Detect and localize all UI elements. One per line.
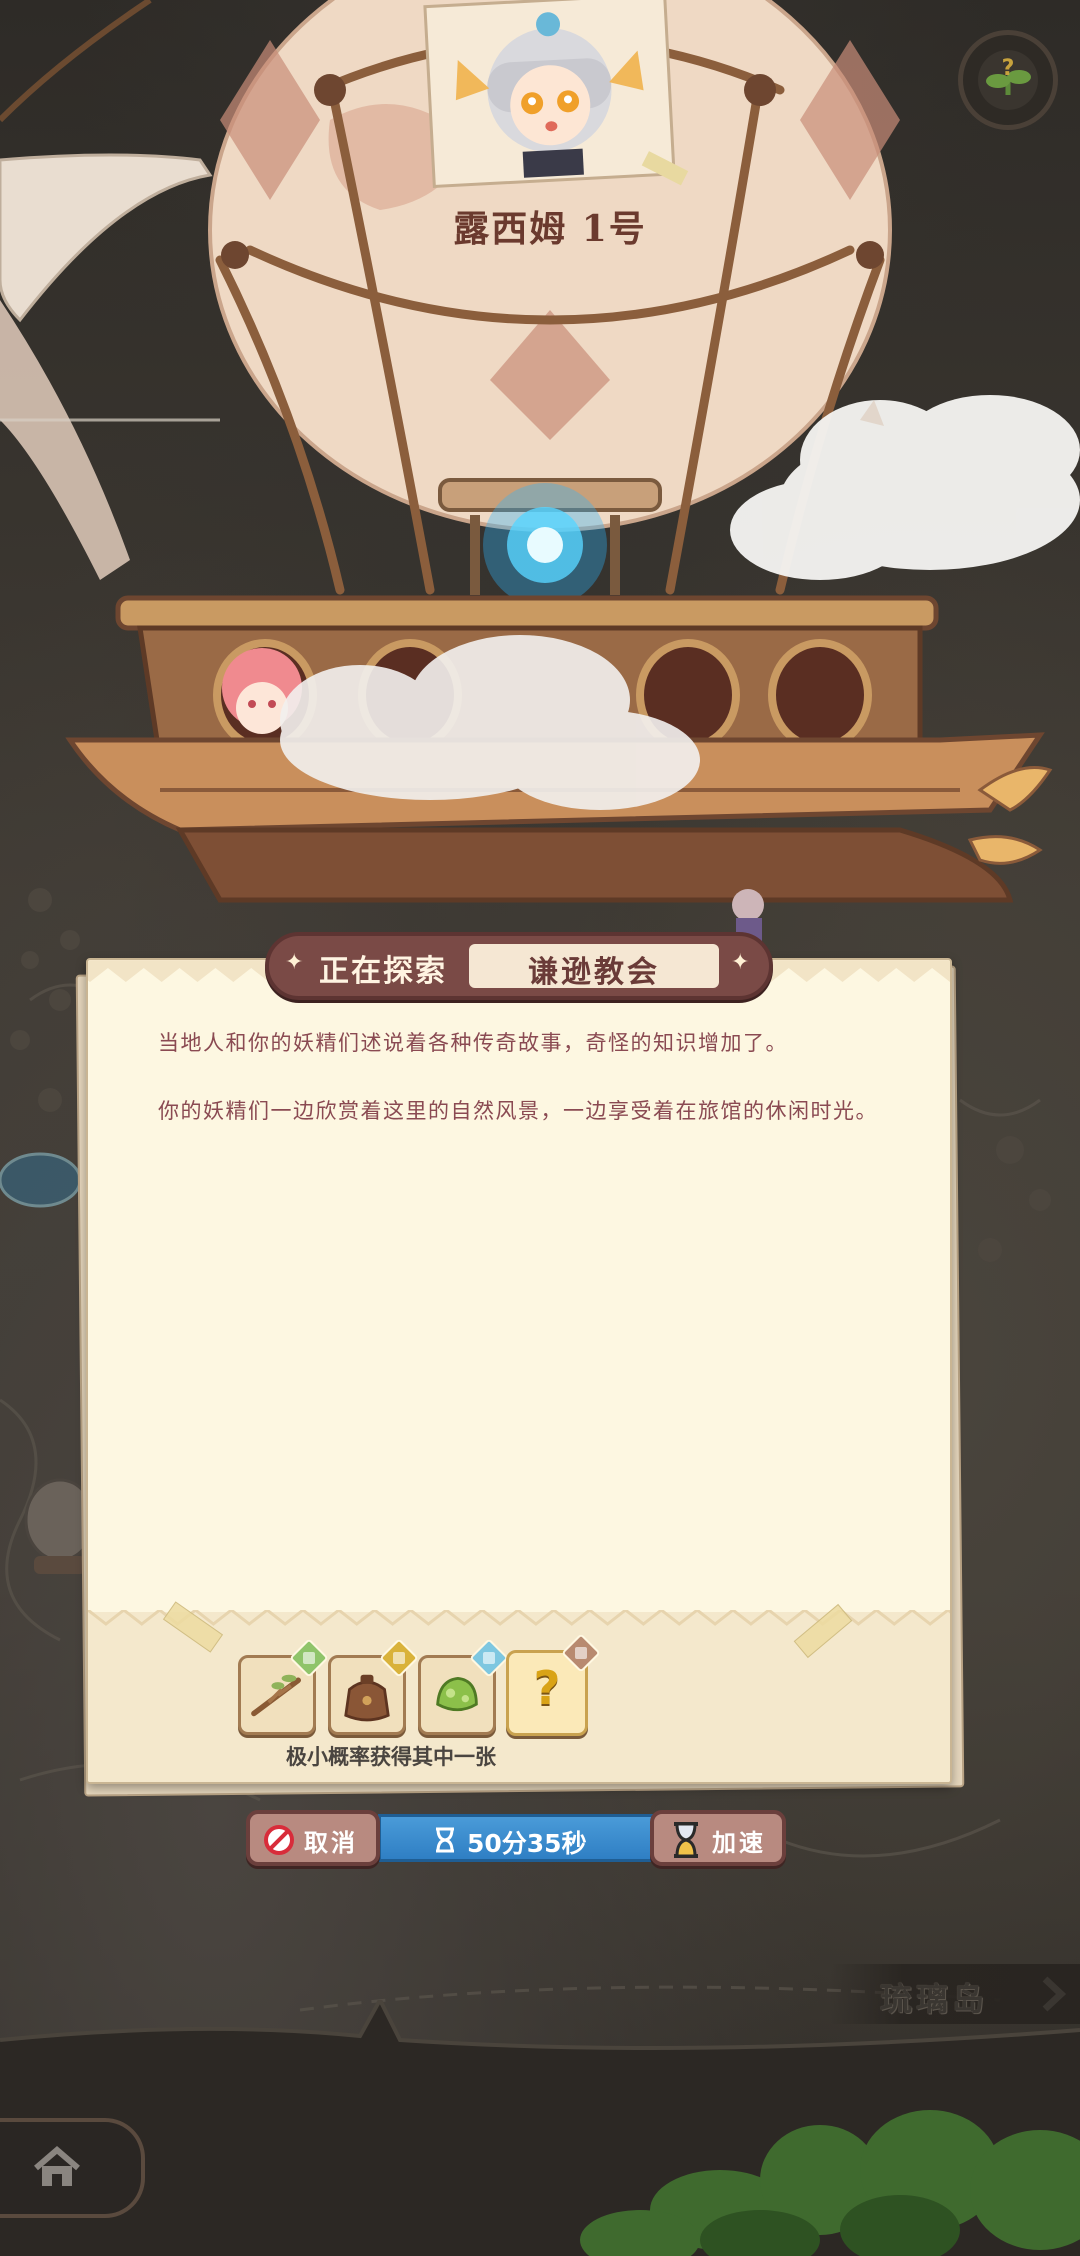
reward-card-mystery[interactable]: ? [506,1633,601,1736]
sparkle-icon: ✦ [731,950,750,975]
cancel-label: 取消 [304,1829,358,1857]
timer-bar: 50分35秒 [378,1814,656,1862]
reward-card-slime[interactable] [418,1638,509,1735]
question-mark-icon: ? [533,1661,561,1715]
prohibit-icon [264,1825,294,1855]
airship-illustration [0,0,1080,944]
exploration-banner: ✦ 正在探索 谦逊教会 ✦ [265,932,773,1000]
destination-plate: 谦逊教会 [469,944,719,990]
story-line-1: 当地人和你的妖精们述说着各种传奇故事，奇怪的知识增加了。 [158,1031,788,1055]
speed-up-button[interactable]: 加速 [650,1810,786,1866]
home-button[interactable] [0,2118,145,2218]
reward-card-branch[interactable] [238,1638,329,1735]
home-icon [34,2146,80,2186]
story-line-2: 你的妖精们一边欣赏着这里的自然风景，一边享受着在旅馆的休闲时光。 [158,1099,878,1123]
hourglass-icon [436,1827,454,1853]
destination-name: 谦逊教会 [528,955,660,990]
cancel-button[interactable]: 取消 [246,1810,380,1866]
sparkle-icon: ✦ [285,950,304,975]
speed-up-label: 加速 [712,1829,766,1857]
status-label: 正在探索 [319,954,447,989]
airship-name: 露西姆 1号 [453,208,647,250]
reward-caption: 极小概率获得其中一张 [286,1745,496,1769]
ground-foliage [0,2000,1080,2256]
speed-hourglass-icon [674,1822,698,1858]
remaining-time: 50分35秒 [467,1829,587,1858]
reward-card-bag[interactable] [328,1638,419,1735]
